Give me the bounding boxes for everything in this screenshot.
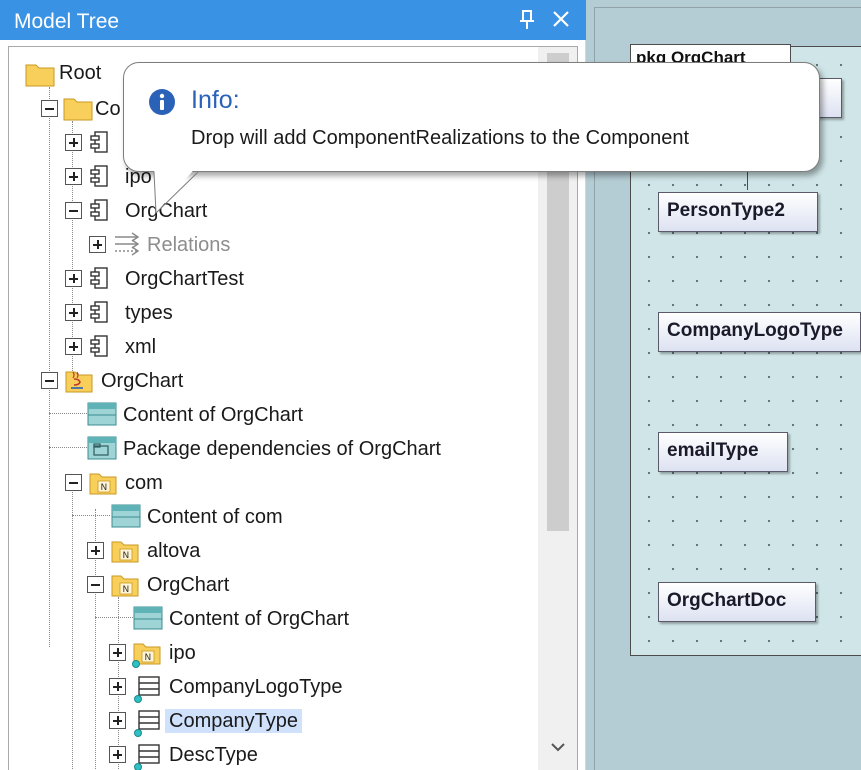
tree-label: Content of com — [147, 506, 283, 528]
expand-icon[interactable] — [89, 236, 106, 253]
tree-line — [49, 387, 50, 647]
tree-label: OrgChartTest — [125, 268, 244, 290]
component-icon — [90, 131, 108, 153]
expand-icon[interactable] — [65, 134, 82, 151]
collapse-icon[interactable] — [65, 202, 82, 219]
namespace-folder-icon: N — [111, 575, 139, 597]
class-icon — [134, 676, 160, 703]
tree-label: DescType — [169, 744, 258, 766]
folder-icon — [25, 64, 55, 87]
info-tooltip: Info: Drop will add ComponentRealization… — [123, 62, 820, 172]
svg-text:N: N — [123, 585, 130, 595]
panel-title: Model Tree — [14, 10, 120, 33]
tree-line — [49, 413, 87, 414]
tree-line — [95, 617, 133, 618]
diagram-icon — [133, 606, 163, 630]
svg-text:N: N — [123, 551, 130, 561]
component-icon — [90, 267, 108, 289]
diagram-icon — [111, 504, 141, 528]
tree-line — [49, 87, 50, 387]
svg-text:N: N — [145, 653, 152, 663]
tree-label: Package dependencies of OrgChart — [123, 438, 441, 460]
tree-label: OrgChart — [101, 370, 184, 392]
class-icon — [134, 710, 160, 737]
pin-icon[interactable] — [516, 8, 538, 32]
class-box-companylogotype[interactable]: CompanyLogoType — [658, 312, 861, 352]
close-icon[interactable] — [549, 7, 573, 31]
info-icon — [149, 89, 175, 115]
namespace-folder-icon: N — [132, 643, 161, 668]
expand-icon[interactable] — [65, 270, 82, 287]
panel-title-bar: Model Tree — [0, 0, 586, 40]
tooltip-title: Info: — [191, 86, 240, 114]
tree-label: CompanyLogoType — [169, 676, 343, 698]
tree-label: Content of OrgChart — [123, 404, 304, 426]
component-icon — [90, 335, 108, 357]
class-box-orgchartdoc[interactable]: OrgChartDoc — [658, 582, 816, 622]
tree-label: ipo — [169, 642, 196, 664]
tree-label: OrgChart — [147, 574, 230, 596]
expand-icon[interactable] — [109, 712, 126, 729]
collapse-icon[interactable] — [41, 100, 58, 117]
tooltip-message: Drop will add ComponentRealizations to t… — [191, 127, 690, 149]
component-icon — [90, 199, 108, 221]
tree-label: Root — [59, 62, 102, 84]
package-diagram-icon — [87, 436, 117, 460]
tree-label: types — [125, 302, 173, 324]
tree-label: com — [125, 472, 163, 494]
tree-line — [72, 515, 110, 516]
collapse-icon[interactable] — [65, 474, 82, 491]
expand-icon[interactable] — [109, 678, 126, 695]
tree-line — [72, 477, 73, 770]
collapse-icon[interactable] — [41, 372, 58, 389]
tree-label: CompanyType — [165, 709, 302, 733]
tree-label: Co — [95, 98, 121, 120]
expand-icon[interactable] — [65, 304, 82, 321]
tree-label: xml — [125, 336, 157, 358]
diagram-icon — [87, 402, 117, 426]
tree-label: Content of OrgChart — [169, 608, 350, 630]
tree-label: Relations — [147, 234, 231, 256]
expand-icon[interactable] — [65, 168, 82, 185]
namespace-folder-icon: N — [111, 541, 139, 563]
collapse-icon[interactable] — [87, 576, 104, 593]
class-box-persontype2[interactable]: PersonType2 — [658, 192, 818, 232]
svg-text:N: N — [101, 483, 108, 493]
class-icon — [134, 744, 160, 770]
expand-icon[interactable] — [109, 644, 126, 661]
expand-icon[interactable] — [65, 338, 82, 355]
namespace-folder-icon: N — [89, 473, 117, 495]
class-box-emailtype[interactable]: emailType — [658, 432, 788, 472]
component-icon — [90, 165, 108, 187]
chevron-down-icon[interactable] — [549, 739, 567, 755]
relations-icon — [115, 232, 140, 256]
tree-label: altova — [147, 540, 201, 562]
component-icon — [90, 301, 108, 323]
tooltip-pointer — [153, 165, 199, 215]
java-package-icon — [65, 371, 93, 393]
tree-line — [49, 447, 87, 448]
expand-icon[interactable] — [109, 746, 126, 763]
folder-icon — [63, 98, 93, 121]
expand-icon[interactable] — [87, 542, 104, 559]
